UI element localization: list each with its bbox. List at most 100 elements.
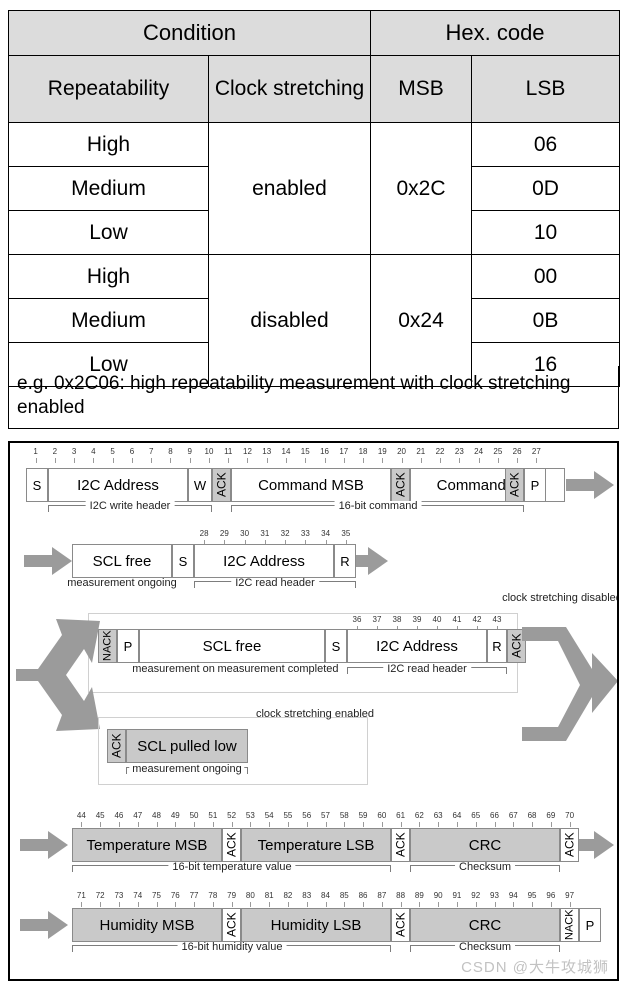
bit-number: 24	[474, 447, 484, 456]
block-ack: ACK	[505, 468, 524, 502]
bit-number: 27	[531, 447, 541, 456]
bit-number: 55	[283, 811, 293, 820]
bit-number: 61	[396, 811, 406, 820]
bit-tick	[419, 902, 421, 907]
bit-tick	[438, 822, 440, 827]
bit-number: 62	[414, 811, 424, 820]
bit-number: 82	[283, 891, 293, 900]
bit-number: 79	[227, 891, 237, 900]
cell-repeatability: High	[8, 122, 209, 167]
bit-number: 31	[260, 529, 270, 538]
bit-number: 48	[152, 811, 161, 820]
bit-tick	[343, 458, 345, 463]
bit-number: 4	[91, 447, 96, 456]
flow-arrow-right-icon	[20, 831, 68, 859]
bit-number: 15	[300, 447, 310, 456]
bit-number: 16	[320, 447, 329, 456]
bit-number: 86	[358, 891, 368, 900]
bit-number: 95	[527, 891, 537, 900]
bit-number: 81	[264, 891, 274, 900]
bit-tick	[131, 458, 133, 463]
bit-number: 35	[341, 529, 351, 538]
bit-tick	[228, 458, 230, 463]
bit-tick	[212, 822, 214, 827]
block-write-bit: W	[188, 468, 212, 502]
bit-tick	[266, 458, 268, 463]
bit-tick	[550, 902, 552, 907]
diagram-row-write-command: 1 2 3 4 5 6 7 8 9 10 11 12 13 14 15 16 17 18 19 20 21 22 23 24 2…	[10, 443, 617, 521]
bit-number: 38	[392, 615, 402, 624]
bit-number: 97	[565, 891, 575, 900]
bit-tick	[194, 902, 196, 907]
bit-tick	[382, 458, 384, 463]
bit-number: 32	[280, 529, 290, 538]
block-ack: ACK	[560, 828, 579, 862]
bit-number: 11	[224, 447, 233, 456]
block-start: S	[325, 629, 347, 663]
bit-tick	[287, 822, 289, 827]
bit-tick	[517, 458, 519, 463]
watermark: CSDN @大牛攻城狮	[461, 959, 609, 976]
block-stop: P	[117, 629, 139, 663]
cell-repeatability: Medium	[8, 166, 209, 211]
bit-number: 65	[471, 811, 481, 820]
bit-number: 88	[396, 891, 406, 900]
bit-number: 80	[245, 891, 255, 900]
bit-number: 30	[240, 529, 250, 538]
bit-number: 51	[208, 811, 218, 820]
diagram-row-humidity: 71 72 73 74 75 76 77 78 79 80 81 82 83 84 85 86 87 88 89 90…	[10, 887, 617, 967]
bit-number: 20	[397, 447, 406, 456]
bit-number-scale-row6: 71 72 73 74 75 76 77 78 79 80 81 82 83 84 85 86 87 88 89 90…	[10, 891, 617, 907]
bit-number: 60	[377, 811, 387, 820]
table-group-header-row: Condition Hex. code	[7, 10, 621, 56]
bit-tick	[440, 458, 442, 463]
bit-number: 90	[433, 891, 443, 900]
bit-number: 58	[339, 811, 349, 820]
bit-tick	[286, 458, 287, 463]
bit-tick	[381, 822, 383, 827]
block-ack: ACK	[222, 908, 241, 942]
bit-number: 85	[339, 891, 349, 900]
bit-tick	[363, 822, 365, 827]
bit-number: 6	[129, 447, 135, 456]
bit-number: 50	[189, 811, 199, 820]
label-measurement-completed: measurement completed	[214, 663, 342, 676]
label-measurement-ongoing: measurement ongoing	[129, 763, 245, 776]
cell-lsb: 10	[471, 210, 621, 255]
bit-tick	[100, 902, 102, 907]
bit-tick	[137, 822, 139, 827]
bit-tick	[419, 822, 421, 827]
bit-number: 59	[358, 811, 368, 820]
label-i2c-read-header: I2C read header	[231, 577, 319, 590]
bit-number: 9	[187, 447, 192, 456]
bit-number: 36	[352, 615, 362, 624]
bit-tick	[93, 458, 95, 463]
callout-clock-stretching-enabled: clock stretching enabled	[255, 708, 374, 720]
label-checksum: Checksum	[455, 941, 515, 954]
bit-tick	[118, 902, 120, 907]
label-measurement-ongoing: measurement ongoing	[64, 577, 180, 590]
bit-tick	[513, 822, 515, 827]
bit-number: 13	[262, 447, 272, 456]
bit-tick	[156, 902, 158, 907]
block-command-msb: Command MSB	[231, 468, 391, 502]
block-humidity-msb: Humidity MSB	[72, 908, 222, 942]
flow-arrow-right-icon	[24, 547, 72, 575]
block-ack: ACK	[391, 828, 410, 862]
bit-number: 71	[76, 891, 86, 900]
bit-tick	[420, 458, 422, 463]
bit-tick	[250, 822, 252, 827]
bit-tick	[363, 458, 365, 463]
bit-tick	[137, 902, 139, 907]
bit-number: 89	[414, 891, 424, 900]
block-read-bit: R	[334, 544, 356, 578]
bit-tick	[269, 822, 271, 827]
bit-number: 10	[204, 447, 214, 456]
bit-number: 40	[432, 615, 442, 624]
bit-number: 45	[95, 811, 105, 820]
bit-tick	[400, 902, 402, 907]
bit-number: 39	[412, 615, 422, 624]
bit-number: 21	[416, 447, 426, 456]
bit-tick	[306, 822, 308, 827]
bit-tick	[112, 458, 114, 463]
